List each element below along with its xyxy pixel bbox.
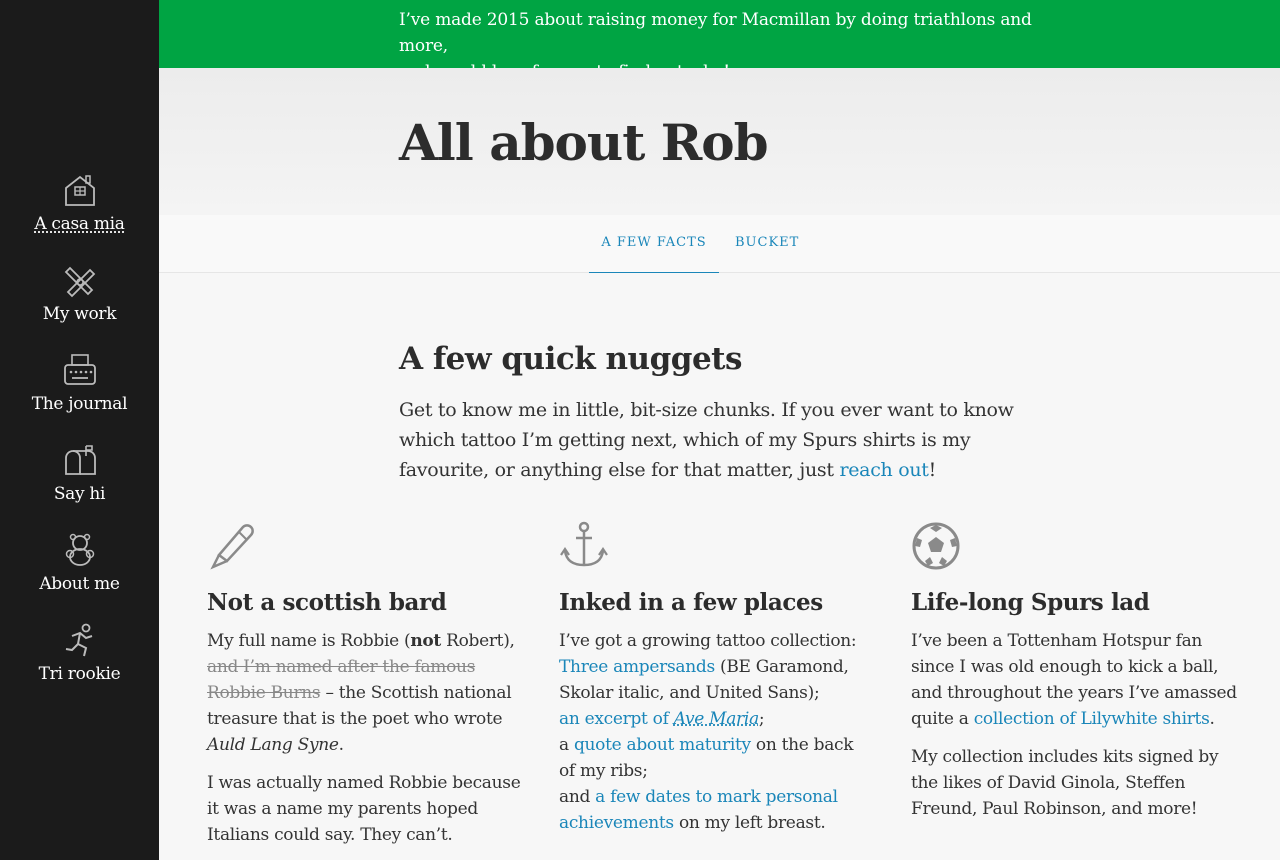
bold-text: not: [410, 631, 441, 651]
quote-maturity-link[interactable]: quote about maturity: [574, 735, 751, 755]
text: and: [559, 787, 596, 807]
football-icon: [912, 522, 960, 570]
facts-section: A few quick nuggets Get to know me in li…: [159, 273, 1280, 860]
tab-bucket-list[interactable]: BUCKET LIST: [735, 215, 835, 306]
card-paragraph: I’ve got a growing tattoo collection: Th…: [559, 628, 869, 836]
anchor-icon: [560, 521, 608, 567]
card-paragraph: My collection includes kits signed by th…: [911, 747, 1219, 819]
text: I’ve got a growing tattoo collection:: [559, 631, 857, 651]
fact-card-spurs: Life-long Spurs lad I’ve been a Tottenha…: [911, 521, 1241, 834]
nav-item-tri-rookie[interactable]: Tri rookie: [0, 622, 159, 706]
text: on my left breast.: [673, 813, 826, 833]
nav-label: My work: [42, 304, 117, 324]
nav-label: The journal: [31, 394, 128, 414]
nav-item-say-hi[interactable]: Say hi: [0, 442, 159, 526]
runner-icon: [65, 623, 92, 657]
typewriter-icon: [63, 354, 96, 385]
nav-label: About me: [39, 574, 120, 594]
fact-card-bard: Not a scottish bard My full name is Robb…: [207, 521, 527, 860]
hero: All about Rob: [159, 68, 1280, 215]
main-content: I’ve made 2015 about raising money for M…: [159, 0, 1280, 860]
text: My full name is Robbie (: [207, 631, 411, 651]
mailbox-icon: [64, 445, 96, 475]
pencil-tools-icon: [64, 266, 95, 298]
nav-label: A casa mia: [34, 214, 125, 234]
lilywhite-shirts-link[interactable]: collection of Lilywhite shirts: [974, 709, 1210, 729]
pen-icon: [210, 524, 254, 570]
text: ;: [758, 709, 765, 729]
link-italic-text: Ave Maria: [673, 709, 760, 729]
nav-item-journal[interactable]: The journal: [0, 352, 159, 436]
page-title: All about Rob: [399, 113, 769, 172]
card-title: Inked in a few places: [559, 589, 823, 616]
teddy-bear-icon: [65, 533, 94, 566]
reach-out-link[interactable]: reach out: [839, 459, 928, 481]
ave-maria-link[interactable]: an excerpt of Ave Maria: [559, 709, 759, 729]
card-paragraph: I was actually named Robbie because it w…: [207, 773, 521, 845]
sidebar: A casa mia My work The journal Say hi Ab…: [0, 0, 159, 860]
text: a: [559, 735, 574, 755]
tab-few-facts[interactable]: A FEW FACTS: [589, 215, 719, 274]
text: .: [1209, 709, 1215, 729]
three-ampersands-link[interactable]: Three ampersands: [559, 657, 715, 677]
nav-label: Tri rookie: [38, 664, 121, 684]
nav-item-work[interactable]: My work: [0, 262, 159, 346]
card-paragraph: My full name is Robbie (not Robert), and…: [207, 628, 527, 758]
nav-item-home[interactable]: A casa mia: [0, 172, 159, 256]
house-icon: [64, 175, 95, 206]
fundraising-banner: I’ve made 2015 about raising money for M…: [159, 0, 1280, 82]
section-title: A few quick nuggets: [399, 341, 742, 377]
intro-paragraph: Get to know me in little, bit-size chunk…: [399, 395, 1019, 485]
card-title: Life-long Spurs lad: [911, 589, 1150, 616]
intro-punct: !: [928, 459, 937, 481]
italic-text: Auld Lang Syne: [207, 735, 339, 755]
card-title: Not a scottish bard: [207, 589, 447, 616]
fact-card-tattoos: Inked in a few places I’ve got a growing…: [559, 521, 869, 848]
text: .: [338, 735, 344, 755]
nav-label: Say hi: [53, 484, 106, 504]
link-text: an excerpt of: [559, 709, 674, 729]
banner-line: I’ve made 2015 about raising money for M…: [399, 10, 1032, 56]
tab-bar: A FEW FACTS BUCKET LIST: [159, 215, 1280, 306]
nav-item-about[interactable]: About me: [0, 532, 159, 616]
card-paragraph: I’ve been a Tottenham Hotspur fan since …: [911, 628, 1241, 732]
text: Robert),: [440, 631, 515, 651]
